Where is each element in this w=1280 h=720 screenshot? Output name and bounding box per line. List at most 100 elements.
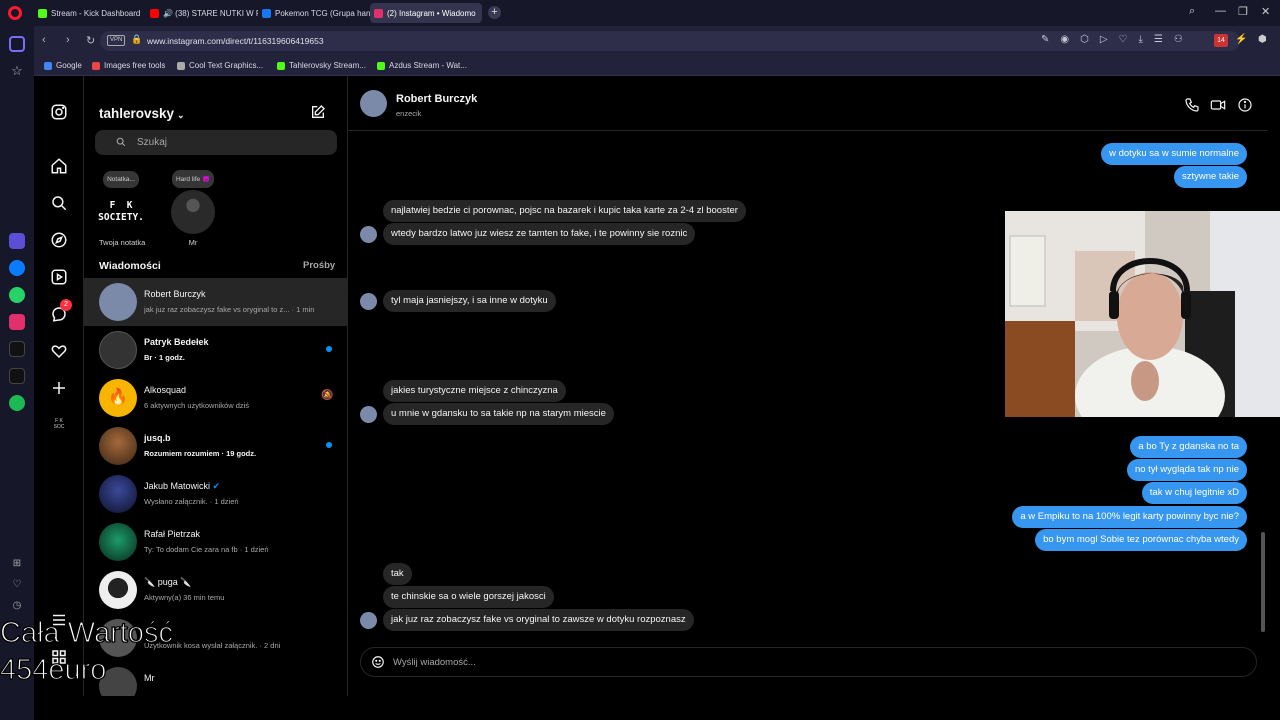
tab-youtube[interactable]: 🔊 (38) STARE NUTKI W F (146, 3, 258, 23)
message-input[interactable] (393, 653, 1213, 671)
spotify-icon[interactable] (9, 395, 25, 411)
muted-bell-icon: 🔕 (321, 390, 334, 401)
page-action-icons[interactable]: ✎◉⬡▷♡⤓☰⚇ (1041, 34, 1194, 45)
lock-icon[interactable]: 🔒 (131, 34, 142, 45)
conversation-info-icon[interactable] (1237, 97, 1253, 113)
note-own[interactable]: Notatka... F K SOCIETY. Twoja notatka (98, 168, 145, 247)
messenger-icon[interactable] (9, 260, 25, 276)
bookmark-azdus-stream[interactable]: Azdus Stream - Wat... (377, 61, 467, 70)
search-icon[interactable] (50, 194, 68, 212)
conversation-item[interactable]: Jakub Matowicki ✔ Wysłano załącznik. · 1… (84, 470, 347, 518)
wallet-icon[interactable]: ⬢ (1258, 34, 1270, 47)
tab-facebook-group[interactable]: Pokemon TCG (Grupa han (258, 3, 370, 23)
restore-button[interactable]: ❐ (1238, 5, 1248, 18)
messages-heading: Wiadomości (99, 260, 161, 272)
whatsapp-icon[interactable] (9, 287, 25, 303)
conversation-item[interactable]: Robert Burczyk jak juz raz zobaczysz fak… (84, 278, 347, 326)
bookmarks-star-icon[interactable]: ☆ (9, 63, 25, 79)
message-bubble-outgoing[interactable]: a w Empiku to na 100% legit karty powinn… (1012, 506, 1247, 528)
bookmark-images-free-tools[interactable]: Images free tools (92, 61, 165, 70)
conversation-item[interactable]: Rafał Pietrzak Ty: To dodam Cie zara na … (84, 518, 347, 566)
message-bubble-outgoing[interactable]: bo bym mogl Sobie tez porównac chyba wte… (1035, 529, 1247, 551)
message-bubble-incoming[interactable]: jak juz raz zobaczysz fake vs oryginal t… (383, 609, 694, 631)
close-window-button[interactable]: ✕ (1261, 5, 1270, 18)
conversation-name: Jakub Matowicki ✔ (144, 481, 220, 492)
requests-link[interactable]: Prośby (303, 260, 335, 271)
message-bubble-incoming[interactable]: jakies turystyczne miejsce z chinczyzna (383, 380, 566, 402)
account-switcher[interactable]: tahlerovsky ⌄ (99, 106, 185, 121)
bookmark-cool-text[interactable]: Cool Text Graphics... (177, 61, 263, 70)
direct-unread-badge: 2 (60, 299, 72, 311)
extension-icon[interactable]: ⚡ (1235, 34, 1247, 47)
conversation-item[interactable]: 🔪 puga 🔪 Aktywny(a) 36 min temu (84, 566, 347, 614)
tiktok-icon[interactable] (9, 341, 25, 357)
emoji-picker-icon[interactable] (371, 655, 385, 669)
unread-dot (326, 346, 332, 352)
tab-title: Stream - Kick Dashboard (51, 8, 141, 18)
phone-call-icon[interactable] (1184, 97, 1200, 113)
instagram-sidebar-icon[interactable] (9, 314, 25, 330)
vpn-badge[interactable]: VPN (107, 35, 126, 46)
opera-logo-icon[interactable] (8, 6, 22, 20)
message-bubble-incoming[interactable]: u mnie w gdansku to sa takie np na stary… (383, 403, 614, 425)
conversation-item[interactable]: 🔥 Alkosquad 6 aktywnych użytkowników dzi… (84, 374, 347, 422)
conversation-item[interactable]: Patryk Bedełek Br · 1 godz. (84, 326, 347, 374)
messenger-direct-icon[interactable]: 2 (50, 299, 72, 323)
x-twitter-icon[interactable] (9, 368, 25, 384)
message-bubble-outgoing[interactable]: sztywne takie (1173, 166, 1247, 188)
tab-instagram[interactable]: (2) Instagram • Wiadomo (370, 3, 482, 23)
tab-kick-dashboard[interactable]: Stream - Kick Dashboard (34, 3, 146, 23)
create-plus-icon[interactable] (50, 379, 68, 397)
conversation-item[interactable]: jusq.b Rozumiem rozumiem · 19 godz. (84, 422, 347, 470)
chat-avatar[interactable] (360, 90, 387, 117)
notifications-heart-icon[interactable] (50, 342, 68, 360)
message-bubble-incoming[interactable]: najlatwiej bedzie ci porownac, pojsc na … (383, 200, 746, 222)
message-bubble-outgoing[interactable]: w dotyku sa w sumie normalne (1101, 143, 1247, 165)
message-bubble-incoming[interactable]: te chinskie sa o wiele gorszej jakosci (383, 586, 554, 608)
note-mr[interactable]: Hard life 😈 Mr (171, 168, 215, 247)
video-call-icon[interactable] (1210, 97, 1226, 113)
profile-avatar[interactable]: F K SOC (50, 418, 68, 430)
facebook-icon (262, 8, 271, 18)
message-bubble-incoming[interactable]: tak (383, 563, 412, 585)
back-arrow-icon[interactable]: ‹ (42, 34, 46, 46)
message-bubble-outgoing[interactable]: no tył wygląda tak np nie (1126, 459, 1247, 481)
url-text[interactable]: www.instagram.com/direct/t/1163196064196… (147, 36, 324, 46)
message-composer (360, 647, 1257, 677)
message-bubble-incoming[interactable]: wtedy bardzo latwo juz wiesz ze tamten t… (383, 223, 696, 245)
conversation-item[interactable]: Mr (84, 662, 347, 696)
instagram-logo-icon[interactable] (50, 103, 68, 121)
scrollbar-thumb[interactable] (1261, 532, 1265, 632)
search-input[interactable]: Szukaj (95, 130, 337, 155)
tab-search-icon[interactable]: ⌕ (1189, 5, 1195, 18)
home-speed-dial-icon[interactable] (9, 36, 25, 52)
reels-icon[interactable] (50, 268, 68, 286)
extensions-icon[interactable]: ⊞ (9, 558, 25, 574)
message-bubble-incoming[interactable]: tyl maja jasniejszy, i sa inne w dotyku (383, 290, 556, 312)
reload-icon[interactable]: ↻ (86, 34, 95, 47)
bookmark-tahlerovsky-stream[interactable]: Tahlerovsky Stream... (277, 61, 366, 70)
new-message-icon[interactable] (310, 104, 326, 120)
aria-icon[interactable] (9, 233, 25, 249)
message-bubble-outgoing[interactable]: tak w chuj legitnie xD (1141, 482, 1247, 504)
new-tab-button[interactable]: + (488, 6, 501, 19)
bookmarks-bar: Google Images free tools Cool Text Graph… (34, 56, 1280, 76)
browser-tab-bar: Stream - Kick Dashboard 🔊 (38) STARE NUT… (0, 0, 1280, 26)
minimize-button[interactable]: — (1215, 5, 1226, 17)
chat-contact-name[interactable]: Robert Burczyk (396, 93, 477, 105)
chat-header: Robert Burczyk enzecik (348, 76, 1268, 131)
home-icon[interactable] (50, 157, 68, 175)
favorites-heart-icon[interactable]: ♡ (9, 579, 25, 595)
avatar (99, 571, 137, 609)
chevron-down-icon: ⌄ (177, 110, 185, 120)
forward-arrow-icon[interactable]: › (66, 34, 70, 46)
avatar: 🔥 (99, 379, 137, 417)
sender-avatar (360, 406, 377, 423)
bookmark-google[interactable]: Google (44, 61, 82, 70)
message-bubble-outgoing[interactable]: a bo Ty z gdanska no ta (1130, 436, 1247, 458)
note-bubble: Notatka... (103, 171, 139, 188)
sender-avatar (360, 612, 377, 629)
webcam-feed-image (1005, 211, 1280, 417)
extension-badge[interactable]: 14 (1214, 34, 1228, 47)
explore-compass-icon[interactable] (50, 231, 68, 249)
